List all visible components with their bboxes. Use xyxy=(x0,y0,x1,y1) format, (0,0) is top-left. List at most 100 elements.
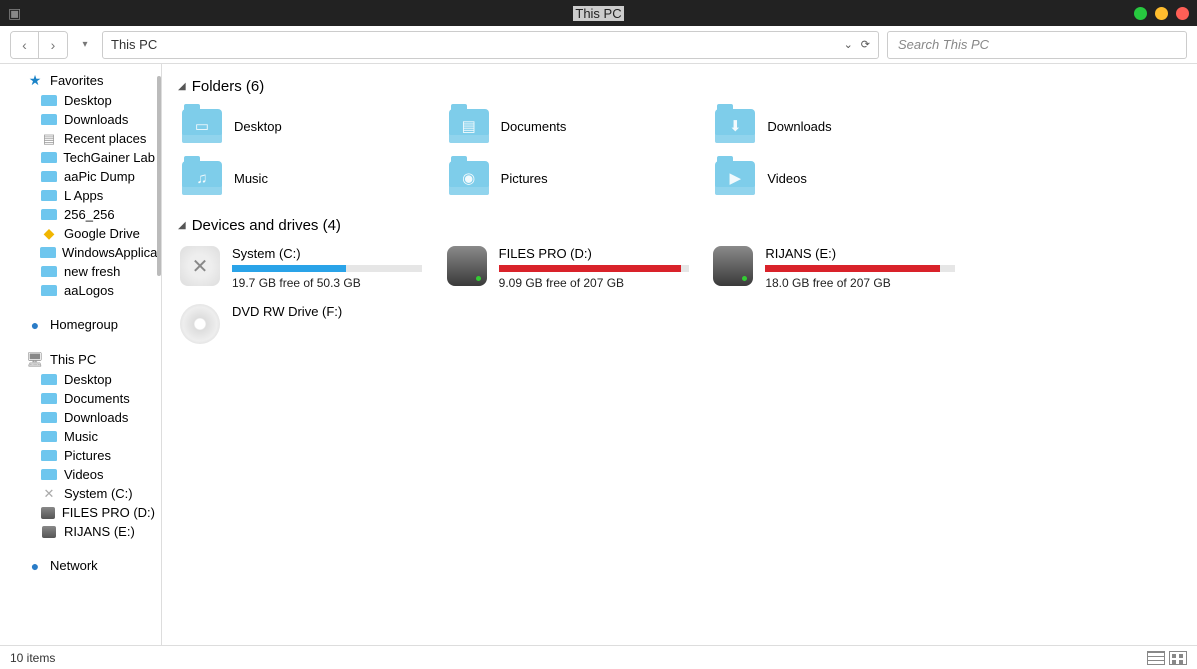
sidebar-thispc-item-1-label: Documents xyxy=(64,391,130,406)
drive-item-2[interactable]: RIJANS (E:) 18.0 GB free of 207 GB xyxy=(711,244,958,292)
sidebar-favorites[interactable]: ★Favorites xyxy=(0,70,161,91)
sidebar-favorites-item-4[interactable]: aaPic Dump xyxy=(0,167,161,186)
sidebar-favorites-item-5[interactable]: L Apps xyxy=(0,186,161,205)
drive-item-1[interactable]: FILES PRO (D:)9.09 GB free of 207 GB xyxy=(445,244,692,292)
sidebar-favorites-item-3-label: TechGainer Lab xyxy=(63,150,155,165)
drives-header-label: Devices and drives (4) xyxy=(192,217,341,234)
sidebar-favorites-item-0-label: Desktop xyxy=(64,93,112,108)
sidebar-favorites-item-6[interactable]: 256_256 xyxy=(0,205,161,224)
back-button[interactable]: ‹ xyxy=(11,32,39,58)
sidebar-thispc-item-1[interactable]: Documents xyxy=(0,389,161,408)
folder-icon: ⬇ xyxy=(715,109,755,143)
sidebar-favorites-item-8-label: WindowsApplica xyxy=(62,245,157,260)
sidebar-thispc-item-2[interactable]: Downloads xyxy=(0,408,161,427)
folder-label: Desktop xyxy=(234,119,282,134)
sidebar-favorites-item-1[interactable]: Downloads xyxy=(0,110,161,129)
forward-button[interactable]: › xyxy=(39,32,67,58)
drive-icon xyxy=(713,246,753,286)
sidebar-homegroup-label: Homegroup xyxy=(50,317,118,332)
sidebar-thispc-item-6-label: System (C:) xyxy=(64,486,133,501)
collapse-icon: ◢ xyxy=(178,220,186,231)
sidebar-favorites-item-9[interactable]: new fresh xyxy=(0,262,161,281)
drives-section-header[interactable]: ◢ Devices and drives (4) xyxy=(178,217,1181,234)
sidebar-favorites-item-2[interactable]: ▤Recent places xyxy=(0,129,161,148)
sidebar-thispc-item-8[interactable]: RIJANS (E:) xyxy=(0,522,161,541)
toolbar: ‹ › ▾ This PC ⌄ ⟳ Search This PC xyxy=(0,26,1197,64)
sidebar-favorites-item-3[interactable]: TechGainer Lab xyxy=(0,148,161,167)
folder-downloads[interactable]: ⬇ Downloads xyxy=(711,105,958,147)
folder-documents[interactable]: ▤ Documents xyxy=(445,105,692,147)
sidebar-network[interactable]: ●Network xyxy=(0,555,161,576)
drive-free-text: 19.7 GB free of 50.3 GB xyxy=(232,276,423,290)
folder-icon: ◉ xyxy=(449,161,489,195)
address-bar[interactable]: This PC ⌄ ⟳ xyxy=(102,31,879,59)
sidebar-thispc-item-5[interactable]: Videos xyxy=(0,465,161,484)
folders-section-header[interactable]: ◢Folders (6) xyxy=(178,78,1181,95)
search-input[interactable]: Search This PC xyxy=(887,31,1187,59)
sidebar-favorites-item-10[interactable]: aaLogos xyxy=(0,281,161,300)
scrollbar[interactable] xyxy=(157,76,161,276)
sidebar-thispc-item-3-label: Music xyxy=(64,429,98,444)
folder-label: Music xyxy=(234,171,268,186)
sidebar-network-label: Network xyxy=(50,558,98,573)
drive-name: RIJANS (E:) xyxy=(765,246,956,261)
collapse-icon: ◢ xyxy=(178,81,186,92)
sidebar-thispc-item-7[interactable]: FILES PRO (D:) xyxy=(0,503,161,522)
sidebar-favorites-item-5-label: L Apps xyxy=(64,188,103,203)
sidebar-thispc-item-0[interactable]: Desktop xyxy=(0,370,161,389)
sidebar-thispc-item-2-label: Downloads xyxy=(64,410,128,425)
folder-music[interactable]: ♫Music xyxy=(178,157,425,199)
drive-icon xyxy=(180,304,220,344)
folder-label: Pictures xyxy=(501,171,548,186)
drive-name: System (C:) xyxy=(232,246,423,261)
folder-desktop[interactable]: ▭ Desktop xyxy=(178,105,425,147)
folder-icon: ▤ xyxy=(449,109,489,143)
icons-view-button[interactable] xyxy=(1169,651,1187,665)
sidebar-thispc-item-0-label: Desktop xyxy=(64,372,112,387)
drive-icon xyxy=(447,246,487,286)
sidebar-favorites-item-2-label: Recent places xyxy=(64,131,146,146)
close-button[interactable] xyxy=(1176,7,1189,20)
sidebar-favorites-item-9-label: new fresh xyxy=(64,264,120,279)
drive-free-text: 18.0 GB free of 207 GB xyxy=(765,276,956,290)
search-placeholder: Search This PC xyxy=(898,37,989,52)
sidebar: ★FavoritesDesktopDownloads▤Recent places… xyxy=(0,64,162,645)
address-dropdown-icon[interactable]: ⌄ xyxy=(844,38,853,51)
drive-usage-bar xyxy=(499,265,689,272)
sidebar-thispc-item-4-label: Pictures xyxy=(64,448,111,463)
drive-item-0[interactable]: ✕ System (C:) 19.7 GB free of 50.3 GB xyxy=(178,244,425,292)
sidebar-thispc-item-4[interactable]: Pictures xyxy=(0,446,161,465)
sidebar-thispc-item-7-label: FILES PRO (D:) xyxy=(62,505,155,520)
sidebar-favorites-item-8[interactable]: WindowsApplica xyxy=(0,243,161,262)
drive-name: FILES PRO (D:) xyxy=(499,246,690,261)
sidebar-favorites-item-0[interactable]: Desktop xyxy=(0,91,161,110)
drive-icon: ✕ xyxy=(180,246,220,286)
folder-label: Videos xyxy=(767,171,807,186)
nav-buttons: ‹ › xyxy=(10,31,68,59)
sidebar-favorites-item-4-label: aaPic Dump xyxy=(64,169,135,184)
history-dropdown[interactable]: ▾ xyxy=(76,32,94,58)
address-location: This PC xyxy=(111,37,836,52)
sidebar-thispc-item-3[interactable]: Music xyxy=(0,427,161,446)
refresh-icon[interactable]: ⟳ xyxy=(861,38,870,51)
app-icon: ▣ xyxy=(8,5,21,22)
minimize-button[interactable] xyxy=(1134,7,1147,20)
details-view-button[interactable] xyxy=(1147,651,1165,665)
folder-label: Documents xyxy=(501,119,567,134)
status-bar: 10 items xyxy=(0,645,1197,669)
drive-item-3[interactable]: DVD RW Drive (F:) xyxy=(178,302,425,346)
main-content: ◢Folders (6) ▭ Desktop ▤ Documents ⬇ Downloads… xyxy=(162,64,1197,645)
folder-pictures[interactable]: ◉ Pictures xyxy=(445,157,692,199)
folder-label: Downloads xyxy=(767,119,831,134)
maximize-button[interactable] xyxy=(1155,7,1168,20)
window-controls xyxy=(1134,7,1189,20)
sidebar-homegroup[interactable]: ●Homegroup xyxy=(0,314,161,335)
sidebar-favorites-item-7[interactable]: ◆Google Drive xyxy=(0,224,161,243)
sidebar-thispc-item-5-label: Videos xyxy=(64,467,104,482)
sidebar-thispc[interactable]: 🖥This PC xyxy=(0,349,161,370)
sidebar-thispc-item-6[interactable]: ✕System (C:) xyxy=(0,484,161,503)
folder-videos[interactable]: ▶Videos xyxy=(711,157,958,199)
drive-usage-bar xyxy=(765,265,955,272)
folder-icon: ▭ xyxy=(182,109,222,143)
status-text: 10 items xyxy=(10,651,55,665)
